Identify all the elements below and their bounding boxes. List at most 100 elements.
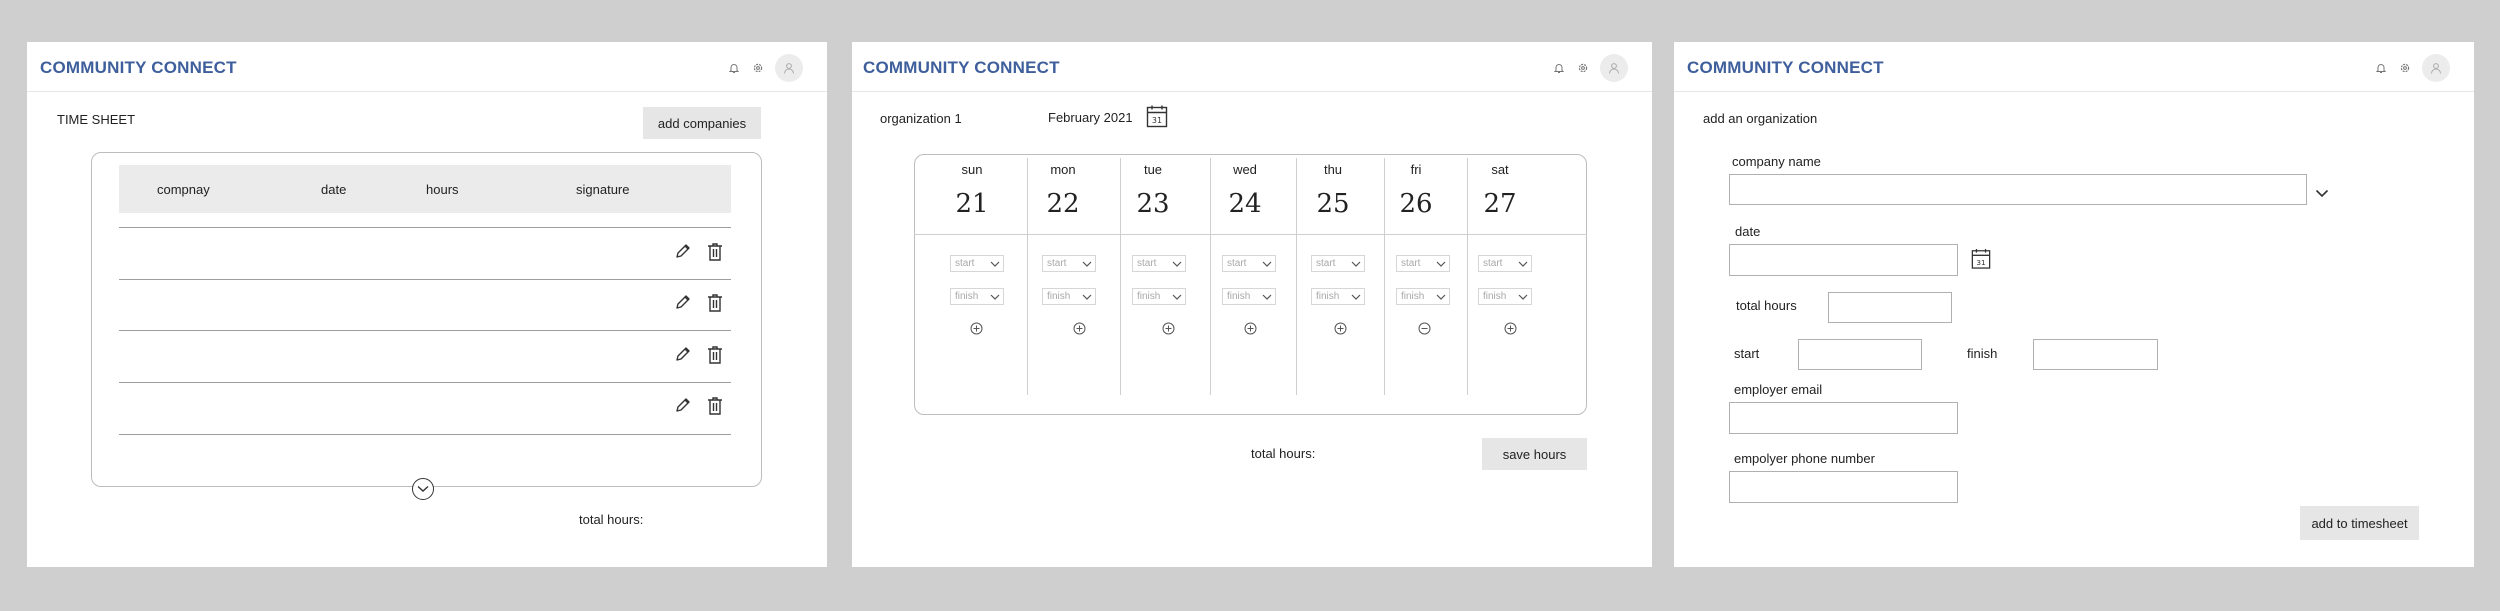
gear-icon[interactable] — [1576, 61, 1590, 75]
bell-icon[interactable] — [2374, 61, 2388, 75]
column-header-signature[interactable]: signature — [576, 182, 629, 197]
day-number: 27 — [1483, 189, 1517, 219]
finish-label: finish — [1047, 291, 1071, 302]
column-header-hours[interactable]: hours — [426, 182, 459, 197]
column-header-company[interactable]: compnay — [157, 182, 210, 197]
day-name: wed — [1233, 162, 1257, 177]
add-shift-icon[interactable] — [1162, 322, 1175, 335]
finish-select[interactable]: finish — [1478, 288, 1532, 305]
start-select[interactable]: start — [1478, 255, 1532, 272]
trash-icon[interactable] — [705, 241, 725, 268]
employer-email-field[interactable] — [1729, 402, 1958, 434]
column-header-date[interactable]: date — [321, 182, 346, 197]
trash-icon[interactable] — [705, 292, 725, 319]
day-number: 23 — [1136, 189, 1170, 219]
pencil-icon[interactable] — [673, 395, 693, 422]
add-shift-icon[interactable] — [1504, 322, 1517, 335]
start-label: start — [1483, 258, 1503, 269]
finish-select[interactable]: finish — [1222, 288, 1276, 305]
add-shift-icon[interactable] — [970, 322, 983, 335]
day-column-sun[interactable]: sun 21 — [942, 162, 1002, 219]
table-header: compnay date hours signature — [119, 165, 731, 213]
calendar-icon[interactable]: 31 — [1971, 247, 1991, 275]
user-avatar-icon[interactable] — [775, 54, 803, 82]
chevron-down-icon[interactable] — [2315, 185, 2329, 203]
company-name-select[interactable] — [1729, 174, 2307, 205]
bell-icon[interactable] — [727, 61, 741, 75]
finish-select[interactable]: finish — [1311, 288, 1365, 305]
day-separator — [1296, 158, 1297, 395]
gear-icon[interactable] — [751, 61, 765, 75]
calendar-icon[interactable]: 31 — [1146, 104, 1168, 133]
pencil-icon[interactable] — [673, 292, 693, 319]
start-select[interactable]: start — [1311, 255, 1365, 272]
day-separator — [1027, 158, 1028, 395]
user-avatar-icon[interactable] — [1600, 54, 1628, 82]
add-shift-icon[interactable] — [1334, 322, 1347, 335]
finish-select[interactable]: finish — [950, 288, 1004, 305]
finish-field[interactable] — [2033, 339, 2158, 370]
total-hours-label: total hours — [1736, 298, 1797, 313]
start-label: start — [1316, 258, 1336, 269]
total-hours-label: total hours: — [579, 512, 644, 527]
start-select[interactable]: start — [1132, 255, 1186, 272]
save-hours-button[interactable]: save hours — [1482, 438, 1587, 470]
page-title: TIME SHEET — [57, 112, 136, 127]
form-title: add an organization — [1703, 111, 1818, 126]
start-select[interactable]: start — [1222, 255, 1276, 272]
employer-phone-label: empolyer phone number — [1734, 451, 1875, 466]
start-label: start — [1047, 258, 1067, 269]
day-separator — [1467, 158, 1468, 395]
employer-email-label: employer email — [1734, 382, 1823, 397]
brand-logo[interactable]: COMMUNITY CONNECT — [863, 58, 1060, 78]
brand-logo[interactable]: COMMUNITY CONNECT — [1687, 58, 1884, 78]
day-separator — [1120, 158, 1121, 395]
day-column-thu[interactable]: thu 25 — [1303, 162, 1363, 219]
user-avatar-icon[interactable] — [2422, 54, 2450, 82]
day-name: mon — [1050, 162, 1076, 177]
svg-text:31: 31 — [1152, 116, 1162, 125]
day-column-tue[interactable]: tue 23 — [1123, 162, 1183, 219]
row-divider — [119, 330, 731, 331]
add-to-timesheet-button[interactable]: add to timesheet — [2300, 506, 2419, 540]
row-divider — [119, 227, 731, 228]
start-select[interactable]: start — [1042, 255, 1096, 272]
finish-select[interactable]: finish — [1132, 288, 1186, 305]
finish-select[interactable]: finish — [1042, 288, 1096, 305]
day-number: 25 — [1316, 189, 1350, 219]
day-column-mon[interactable]: mon 22 — [1033, 162, 1093, 219]
gear-icon[interactable] — [2398, 61, 2412, 75]
finish-label: finish — [955, 291, 979, 302]
start-select[interactable]: start — [1396, 255, 1450, 272]
day-name: sun — [961, 162, 983, 177]
trash-icon[interactable] — [705, 395, 725, 422]
day-name: thu — [1323, 162, 1343, 177]
pencil-icon[interactable] — [673, 241, 693, 268]
brand-logo[interactable]: COMMUNITY CONNECT — [40, 58, 237, 78]
start-select[interactable]: start — [950, 255, 1004, 272]
company-name-label: company name — [1732, 154, 1821, 169]
add-shift-icon[interactable] — [1073, 322, 1086, 335]
pencil-icon[interactable] — [673, 344, 693, 371]
expand-chevron-icon[interactable] — [412, 478, 434, 500]
finish-select[interactable]: finish — [1396, 288, 1450, 305]
add-companies-button[interactable]: add companies — [643, 107, 761, 139]
calendar-day-text: 31 — [1976, 258, 1985, 267]
total-hours-field[interactable] — [1828, 292, 1952, 323]
trash-icon[interactable] — [705, 344, 725, 371]
finish-label: finish — [1401, 291, 1425, 302]
organization-name[interactable]: organization 1 — [880, 111, 962, 126]
date-field[interactable] — [1729, 244, 1958, 276]
add-shift-icon[interactable] — [1244, 322, 1257, 335]
finish-label: finish — [1227, 291, 1251, 302]
add-shift-icon[interactable] — [1418, 322, 1431, 335]
employer-phone-field[interactable] — [1729, 471, 1958, 503]
day-column-fri[interactable]: fri 26 — [1386, 162, 1446, 219]
day-column-sat[interactable]: sat 27 — [1470, 162, 1530, 219]
start-label: start — [955, 258, 975, 269]
row-divider — [119, 434, 731, 435]
bell-icon[interactable] — [1552, 61, 1566, 75]
start-label: start — [1734, 346, 1760, 361]
day-column-wed[interactable]: wed 24 — [1215, 162, 1275, 219]
start-field[interactable] — [1798, 339, 1922, 370]
